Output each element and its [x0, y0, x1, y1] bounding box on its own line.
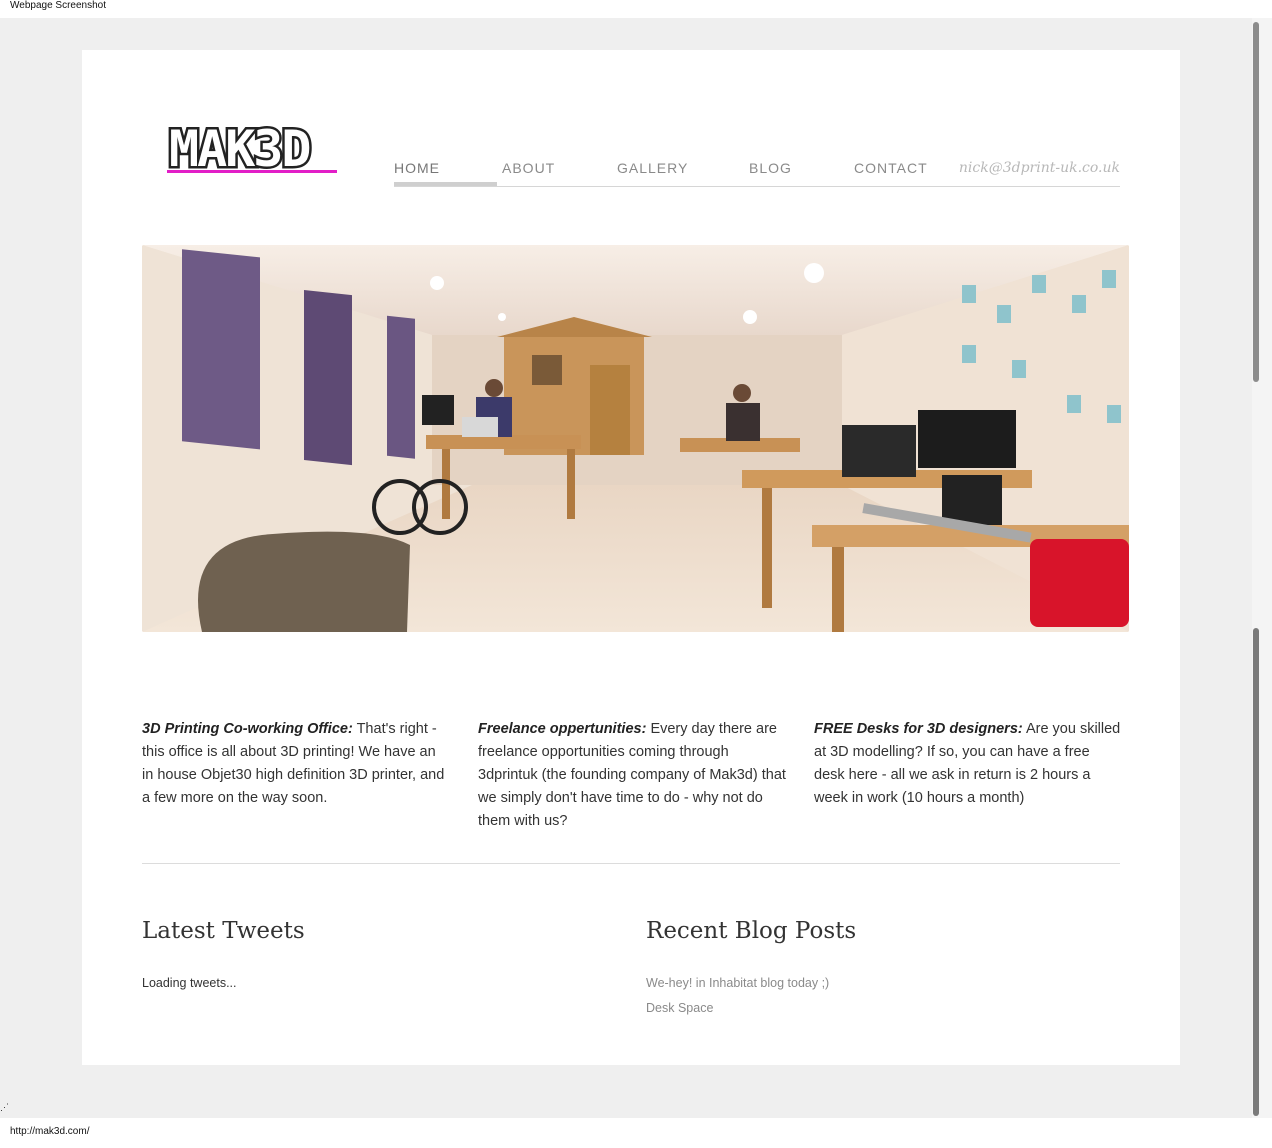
contact-email[interactable]: nick@3dprint-uk.co.uk [959, 160, 1120, 176]
mak3d-logo[interactable]: MAK3D [167, 118, 343, 178]
nav-active-indicator [394, 182, 497, 186]
tweets-loading-text: Loading tweets... [142, 976, 237, 990]
feature-body: Every day there are freelance opportunit… [478, 721, 786, 829]
nav-about[interactable]: ABOUT [502, 160, 555, 176]
feature-coworking: 3D Printing Co-working Office: That's ri… [142, 718, 450, 810]
browser-viewport: MAK3D HOME ABOUT GALLERY BLOG CONTACT ni… [0, 18, 1252, 1118]
nav-home[interactable]: HOME [394, 160, 440, 176]
feature-heading: Freelance oppertunities: [478, 721, 647, 737]
scrollbar-thumb[interactable] [1253, 628, 1259, 1116]
window-caption: Webpage Screenshot [10, 0, 106, 11]
nav-blog[interactable]: BLOG [749, 160, 792, 176]
latest-tweets-title: Latest Tweets [142, 918, 305, 944]
recent-blog-posts-title: Recent Blog Posts [646, 918, 857, 944]
feature-heading: 3D Printing Co-working Office: [142, 721, 353, 737]
feature-heading: FREE Desks for 3D designers: [814, 721, 1023, 737]
logo-text: MAK3D [169, 120, 310, 178]
hero-office-photo [142, 245, 1129, 632]
status-url: http://mak3d.com/ [10, 1126, 90, 1137]
feature-freelance: Freelance oppertunities: Every day there… [478, 718, 786, 833]
feature-free-desks: FREE Desks for 3D designers: Are you ski… [814, 718, 1122, 810]
main-nav: HOME ABOUT GALLERY BLOG CONTACT nick@3dp… [394, 154, 1120, 187]
scrollbar-thumb-upper[interactable] [1253, 22, 1259, 382]
nav-gallery[interactable]: GALLERY [617, 160, 688, 176]
status-bar [0, 1118, 1272, 1148]
blog-post-link[interactable]: Desk Space [646, 1001, 713, 1015]
section-divider [142, 863, 1120, 864]
nav-contact[interactable]: CONTACT [854, 160, 928, 176]
blog-post-link[interactable]: We-hey! in Inhabitat blog today ;) [646, 976, 829, 990]
page-container: MAK3D HOME ABOUT GALLERY BLOG CONTACT ni… [82, 50, 1180, 1065]
cursor-icon: ⋰ [0, 1102, 9, 1112]
